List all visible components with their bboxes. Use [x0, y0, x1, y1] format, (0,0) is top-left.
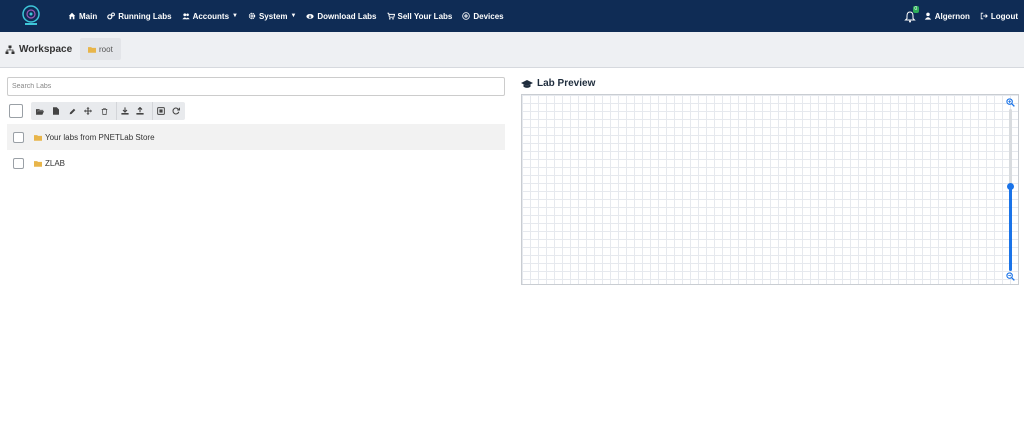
zoom-slider-fill — [1009, 187, 1012, 271]
app-logo[interactable] — [20, 4, 42, 28]
download-icon — [120, 107, 129, 115]
nav-download-labs-label: Download Labs — [317, 11, 377, 21]
nav-accounts[interactable]: Accounts ▼ — [181, 11, 238, 21]
nav-accounts-label: Accounts — [192, 11, 230, 21]
square-icon — [156, 107, 165, 115]
chevron-down-icon: ▼ — [290, 13, 297, 19]
list-item-label: ZLAB — [45, 158, 66, 168]
export-button[interactable] — [116, 102, 132, 120]
notification-badge: 0 — [912, 6, 919, 13]
nav-running-labs[interactable]: Running Labs — [107, 11, 172, 21]
new-file-button[interactable] — [48, 102, 64, 120]
row-checkbox[interactable] — [13, 157, 24, 169]
edit-button[interactable] — [64, 102, 80, 120]
chevron-down-icon: ▼ — [232, 13, 238, 19]
file-toolbar — [9, 102, 185, 120]
list-item[interactable]: Your labs from PNETLab Store — [7, 124, 505, 150]
home-icon — [68, 12, 76, 20]
users-icon — [181, 13, 190, 20]
lab-preview-title: Lab Preview — [537, 78, 596, 89]
pencil-icon — [69, 108, 75, 114]
delete-button[interactable] — [96, 102, 112, 120]
plus-circle-icon — [462, 12, 471, 20]
select-all-checkbox[interactable] — [9, 104, 23, 118]
folder-icon — [88, 46, 96, 53]
logout-icon — [980, 12, 988, 20]
nav-running-labs-label: Running Labs — [118, 11, 172, 21]
nav-sell-your-labs-label: Sell Your Labs — [397, 11, 453, 21]
move-button[interactable] — [80, 102, 96, 120]
folder-open-icon — [36, 108, 44, 115]
workspace-heading: Workspace — [5, 44, 72, 55]
nav-main[interactable]: Main — [68, 12, 97, 21]
sitemap-icon — [5, 45, 15, 54]
list-item[interactable]: ZLAB — [7, 150, 505, 176]
import-button[interactable] — [132, 102, 148, 120]
trash-icon — [101, 107, 107, 115]
user-icon — [924, 12, 931, 20]
workspace-title: Workspace — [19, 44, 73, 55]
logout-button[interactable]: Logout — [980, 12, 1018, 21]
user-name: Algernon — [934, 11, 970, 21]
graduation-cap-icon — [521, 79, 533, 88]
folder-icon — [34, 160, 42, 167]
nav-system-label: System — [258, 11, 288, 21]
user-menu[interactable]: Algernon — [924, 12, 970, 21]
gear-icon — [248, 12, 256, 20]
breadcrumb-label: root — [99, 44, 113, 54]
preview-toggle-button[interactable] — [152, 102, 168, 120]
logout-label: Logout — [990, 11, 1018, 21]
toolbar-button-group — [31, 102, 185, 120]
folder-icon — [34, 134, 42, 141]
move-icon — [84, 107, 92, 115]
breadcrumb-root[interactable]: root — [80, 38, 121, 60]
cart-icon — [386, 12, 395, 20]
row-checkbox[interactable] — [13, 131, 24, 143]
upload-icon — [136, 107, 144, 115]
nav-system[interactable]: System ▼ — [248, 12, 296, 21]
zoom-in-icon[interactable] — [1006, 98, 1015, 107]
refresh-icon — [172, 107, 180, 115]
zoom-slider-handle[interactable] — [1007, 183, 1014, 190]
nav-download-labs[interactable]: Download Labs — [306, 11, 377, 21]
nav-devices-label: Devices — [473, 11, 504, 21]
refresh-button[interactable] — [168, 102, 184, 120]
cloud-download-icon — [306, 14, 314, 19]
workspace-bar: Workspace root — [0, 32, 1024, 68]
cogs-icon — [107, 12, 116, 20]
nav-main-label: Main — [79, 11, 98, 21]
top-navbar: Main Running Labs Accounts ▼ System ▼ Do… — [0, 0, 1024, 32]
lab-preview-canvas[interactable] — [521, 94, 1019, 285]
nav-sell-your-labs[interactable]: Sell Your Labs — [386, 11, 453, 21]
zoom-out-icon[interactable] — [1006, 272, 1015, 281]
notifications-button[interactable]: 0 — [904, 6, 919, 23]
search-labs-input[interactable] — [7, 77, 505, 96]
nav-devices[interactable]: Devices — [462, 11, 504, 21]
zoom-slider[interactable] — [1007, 109, 1014, 271]
lab-preview-heading: Lab Preview — [521, 78, 595, 89]
open-folder-button[interactable] — [32, 102, 48, 120]
file-icon — [53, 107, 59, 115]
list-item-label: Your labs from PNETLab Store — [45, 132, 155, 142]
